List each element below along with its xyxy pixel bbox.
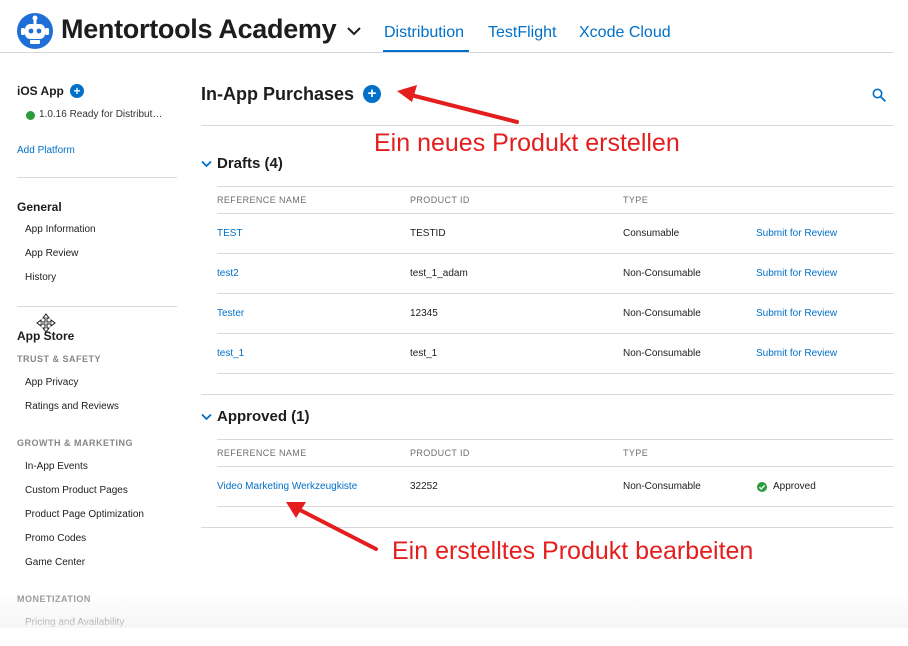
ready-status-icon xyxy=(26,111,35,120)
sidebar-item-product-page-optimization[interactable]: Product Page Optimization xyxy=(25,509,144,520)
draft-row-name[interactable]: Tester xyxy=(217,308,244,319)
column-header-reference-name[interactable]: REFERENCE NAME xyxy=(217,195,307,205)
column-header-product-id[interactable]: PRODUCT ID xyxy=(410,448,470,458)
bottom-shadow xyxy=(0,590,908,630)
add-platform-link[interactable]: Add Platform xyxy=(17,145,75,156)
approved-chevron-down-icon[interactable] xyxy=(201,413,212,421)
submit-for-review-link[interactable]: Submit for Review xyxy=(756,348,837,359)
table-row-divider xyxy=(217,333,893,334)
draft-row-name[interactable]: test2 xyxy=(217,268,239,279)
draft-row-type: Consumable xyxy=(623,228,680,239)
draft-row-name[interactable]: test_1 xyxy=(217,348,244,359)
sidebar-divider xyxy=(17,177,177,178)
approved-row-type: Non-Consumable xyxy=(623,481,701,492)
chevron-down-icon[interactable] xyxy=(346,25,362,37)
draft-row-product-id: test_1 xyxy=(410,348,438,359)
table-row-divider xyxy=(217,253,893,254)
tab-distribution[interactable]: Distribution xyxy=(384,24,464,42)
page-title: In-App Purchases xyxy=(201,84,355,104)
table-divider xyxy=(217,213,893,214)
draft-row-type: Non-Consumable xyxy=(623,308,701,319)
sidebar-item-promo-codes[interactable]: Promo Codes xyxy=(25,533,86,544)
sidebar-item-app-review[interactable]: App Review xyxy=(25,248,78,259)
title-divider xyxy=(201,125,893,126)
approved-status-label: Approved xyxy=(773,481,816,492)
column-header-product-id[interactable]: PRODUCT ID xyxy=(410,195,470,205)
column-header-type[interactable]: TYPE xyxy=(623,448,648,458)
table-row-divider xyxy=(217,293,893,294)
column-header-type[interactable]: TYPE xyxy=(623,195,648,205)
platform-version-status[interactable]: 1.0.16 Ready for Distribut… xyxy=(39,109,162,120)
tab-xcode-cloud[interactable]: Xcode Cloud xyxy=(579,24,671,42)
sidebar-item-in-app-events[interactable]: In-App Events xyxy=(25,461,88,472)
submit-for-review-link[interactable]: Submit for Review xyxy=(756,308,837,319)
annotation-arrow-create xyxy=(397,85,519,124)
table-divider xyxy=(217,186,893,187)
approved-row-name[interactable]: Video Marketing Werkzeugkiste xyxy=(217,481,357,492)
table-row-divider xyxy=(217,373,893,374)
draft-row-product-id: TESTID xyxy=(410,228,446,239)
tab-testflight[interactable]: TestFlight xyxy=(488,24,556,42)
app-robot-icon xyxy=(17,13,53,49)
draft-row-type: Non-Consumable xyxy=(623,268,701,279)
add-version-plus-icon[interactable]: + xyxy=(70,84,84,98)
draft-row-name[interactable]: TEST xyxy=(217,228,243,239)
drafts-section-title[interactable]: Drafts (4) xyxy=(217,155,283,172)
draft-row-type: Non-Consumable xyxy=(623,348,701,359)
move-cursor-icon xyxy=(36,313,56,333)
sidebar-divider xyxy=(17,306,177,307)
sidebar-item-pricing-availability[interactable]: Pricing and Availability xyxy=(25,617,124,628)
bottom-margin xyxy=(0,628,908,646)
draft-row-product-id: 12345 xyxy=(410,308,438,319)
table-divider xyxy=(217,439,893,440)
annotation-arrow-edit xyxy=(286,502,378,551)
platform-title[interactable]: iOS App xyxy=(17,84,64,98)
app-name[interactable]: Mentortools Academy xyxy=(61,14,337,45)
search-icon[interactable] xyxy=(872,88,886,102)
column-header-reference-name[interactable]: REFERENCE NAME xyxy=(217,448,307,458)
section-divider xyxy=(201,394,893,395)
sidebar-item-ratings-reviews[interactable]: Ratings and Reviews xyxy=(25,401,119,412)
sidebar-growth-heading: GROWTH & MARKETING xyxy=(17,438,133,448)
sidebar-item-history[interactable]: History xyxy=(25,272,56,283)
annotation-edit-product: Ein erstelltes Produkt bearbeiten xyxy=(392,537,754,565)
sidebar-item-custom-product-pages[interactable]: Custom Product Pages xyxy=(25,485,128,496)
drafts-chevron-down-icon[interactable] xyxy=(201,160,212,168)
sidebar-general-heading: General xyxy=(17,200,62,214)
sidebar-item-app-information[interactable]: App Information xyxy=(25,224,96,235)
add-in-app-purchase-plus-icon[interactable]: + xyxy=(363,85,381,103)
header-divider xyxy=(0,52,893,53)
sidebar-trust-safety-heading: TRUST & SAFETY xyxy=(17,354,102,364)
approved-section-title[interactable]: Approved (1) xyxy=(217,408,310,425)
approved-row-product-id: 32252 xyxy=(410,481,438,492)
approved-check-icon xyxy=(757,482,767,492)
sidebar-monetization-heading: MONETIZATION xyxy=(17,594,91,604)
annotation-create-product: Ein neues Produkt erstellen xyxy=(374,129,680,157)
sidebar-item-game-center[interactable]: Game Center xyxy=(25,557,85,568)
table-divider xyxy=(217,466,893,467)
sidebar-item-app-privacy[interactable]: App Privacy xyxy=(25,377,78,388)
submit-for-review-link[interactable]: Submit for Review xyxy=(756,268,837,279)
draft-row-product-id: test_1_adam xyxy=(410,268,468,279)
submit-for-review-link[interactable]: Submit for Review xyxy=(756,228,837,239)
